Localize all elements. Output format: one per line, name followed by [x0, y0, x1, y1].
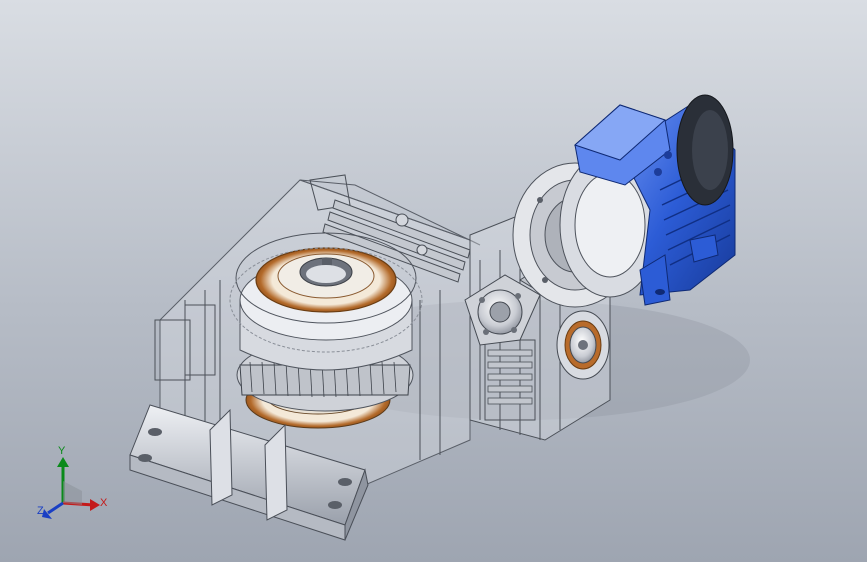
x-axis-label: X: [100, 497, 108, 509]
electric-motor[interactable]: [512, 94, 736, 308]
y-axis-arrow: [57, 457, 69, 467]
triad-plane: [63, 481, 82, 505]
y-axis-label: Y: [58, 445, 66, 457]
x-axis-arrow: [90, 499, 100, 511]
z-axis-line: [47, 501, 64, 515]
orientation-triad: Y X Z: [30, 445, 120, 525]
model-viewport[interactable]: Y X Z: [0, 0, 867, 562]
cad-model[interactable]: [0, 0, 867, 562]
z-axis-label: Z: [37, 505, 44, 517]
